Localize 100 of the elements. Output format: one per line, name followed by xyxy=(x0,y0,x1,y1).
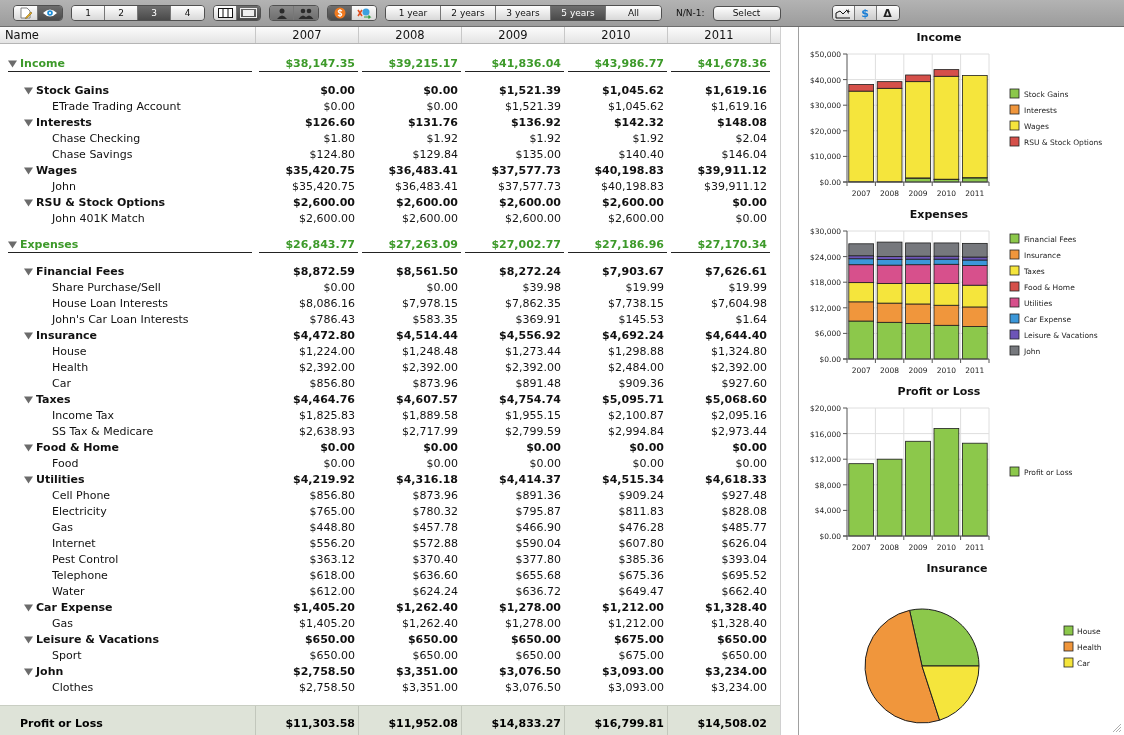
table-cell-text: $135.00 xyxy=(514,147,562,161)
table-cell-text: $2,600.00 xyxy=(607,211,665,225)
table-cell-text: $136.92 xyxy=(509,115,562,129)
table-cell-text: $39.98 xyxy=(521,280,562,294)
table-cell: $41,678.36 xyxy=(697,56,767,70)
table-cell-text: $0.00 xyxy=(422,440,459,454)
table-cell-text: $650.00 xyxy=(303,632,356,646)
table-cell-text: $37,577.73 xyxy=(490,163,562,177)
table-cell-text: $856.80 xyxy=(308,376,356,390)
table-cell-text: $4,754.74 xyxy=(498,392,562,406)
table-cell-text: $3,351.00 xyxy=(401,680,459,694)
table-cell-text: $5,095.71 xyxy=(601,392,665,406)
table-cell-text: $618.00 xyxy=(308,568,356,582)
table-cell-text: $3,234.00 xyxy=(710,680,768,694)
table-cell-text: $2,095.16 xyxy=(710,408,768,422)
table-cell-text: $0.00 xyxy=(628,440,665,454)
table-cell-text: $1,619.16 xyxy=(710,99,768,113)
table-cell-text: $927.48 xyxy=(720,488,768,502)
table-cell-text: $19.99 xyxy=(624,280,665,294)
table-cell-text: $40,198.83 xyxy=(593,163,665,177)
table-cell-text: $126.60 xyxy=(303,115,356,129)
table-cell: $41,836.04 xyxy=(491,56,561,70)
table-cell-text: $2,392.00 xyxy=(401,360,459,374)
table-cell-text: $1,248.48 xyxy=(401,344,459,358)
table-cell-text: $2,392.00 xyxy=(298,360,356,374)
table-cell: $38,147.35 xyxy=(285,56,355,70)
table-cell-text: $675.00 xyxy=(612,632,665,646)
table-cell-text: $650.00 xyxy=(509,632,562,646)
table-cell-text: $4,556.92 xyxy=(498,328,562,342)
table-cell-text: $612.00 xyxy=(308,584,356,598)
table-cell-text: $1,212.00 xyxy=(601,600,665,614)
table-cell-text: $0.00 xyxy=(319,440,356,454)
table-cell-text: $4,414.37 xyxy=(498,472,562,486)
table-cell-text: $556.20 xyxy=(308,536,356,550)
table-cell-text: $1,262.40 xyxy=(395,600,459,614)
table-cell-text: $4,607.57 xyxy=(395,392,459,406)
table-cell-text: $2,600.00 xyxy=(401,211,459,225)
table-cell-text: $0.00 xyxy=(322,99,356,113)
table-cell-text: $650.00 xyxy=(720,648,768,662)
table-cell-text: $2,799.59 xyxy=(504,424,562,438)
table-cell: $11,952.08 xyxy=(358,706,461,735)
table-cell-text: $2,600.00 xyxy=(498,195,562,209)
table-cell-text: $1,045.62 xyxy=(601,83,665,97)
table-cell-text: $485.77 xyxy=(720,520,768,534)
table-cell: $26,843.77 xyxy=(285,237,355,251)
table-cell-text: $4,464.76 xyxy=(292,392,356,406)
table-cell-text: $695.52 xyxy=(720,568,768,582)
table-cell-text: $650.00 xyxy=(411,648,459,662)
table-cell-text: $650.00 xyxy=(715,632,768,646)
table-cell-text: $8,086.16 xyxy=(298,296,356,310)
table-cell-text: $8,872.59 xyxy=(292,264,356,278)
table-cell-text: $0.00 xyxy=(425,99,459,113)
table-cell-text: $2,484.00 xyxy=(607,360,665,374)
table-cell-text: $675.36 xyxy=(617,568,665,582)
table-cell-text: $0.00 xyxy=(734,456,768,470)
table-cell-text: $1,298.88 xyxy=(607,344,665,358)
total-label: Profit or Loss xyxy=(19,717,104,730)
table-cell-text: $0.00 xyxy=(631,456,665,470)
table-cell-text: $1,278.00 xyxy=(504,616,562,630)
table-cell-text: $1,405.20 xyxy=(298,616,356,630)
table-cell-text: $0.00 xyxy=(322,456,356,470)
table-cell-text: $2.04 xyxy=(734,131,768,145)
table-cell-text: $146.04 xyxy=(720,147,768,161)
table-cell-text: $3,093.00 xyxy=(601,664,665,678)
table-cell-text: $1,278.00 xyxy=(498,600,562,614)
table-cell-text: $363.12 xyxy=(308,552,356,566)
table-cell-text: $583.35 xyxy=(411,312,459,326)
table-cell: $39,215.17 xyxy=(388,56,458,70)
table-cell-text: $36,483.41 xyxy=(394,179,459,193)
table-cell-text: $891.48 xyxy=(514,376,562,390)
table-cell-text: $8,561.50 xyxy=(395,264,459,278)
table-cell-text: $3,076.50 xyxy=(504,680,562,694)
table-cell-text: $35,420.75 xyxy=(284,163,356,177)
table-cell-text: $1,328.40 xyxy=(704,600,768,614)
table-cell-text: $466.90 xyxy=(514,520,562,534)
table-cell-text: $1,273.44 xyxy=(504,344,562,358)
table-cell-text: $2,600.00 xyxy=(504,211,562,225)
table-cell-text: $148.08 xyxy=(715,115,768,129)
table-cell-text: $129.84 xyxy=(411,147,459,161)
table-cell: $27,170.34 xyxy=(697,237,767,251)
table-cell-text: $1,955.15 xyxy=(504,408,562,422)
table-cell-text: $39,911.12 xyxy=(696,163,768,177)
table-cell-text: $650.00 xyxy=(308,648,356,662)
table-cell-text: $856.80 xyxy=(308,488,356,502)
table-cell-text: $131.76 xyxy=(406,115,459,129)
table-cell-text: $765.00 xyxy=(308,504,356,518)
table-cell: $11,303.58 xyxy=(255,706,358,735)
table-cell-text: $19.99 xyxy=(727,280,768,294)
table-cell-text: $786.43 xyxy=(308,312,356,326)
table-cell-text: $370.40 xyxy=(411,552,459,566)
table-cell: $16,799.81 xyxy=(564,706,667,735)
table-cell-text: $140.40 xyxy=(617,147,665,161)
table-cell: $43,986.77 xyxy=(594,56,664,70)
table-cell-text: $1.92 xyxy=(425,131,459,145)
table-cell: $27,263.09 xyxy=(388,237,458,251)
chart-title: Income xyxy=(916,31,962,44)
table-cell-text: $145.53 xyxy=(617,312,665,326)
table-cell-text: $650.00 xyxy=(514,648,562,662)
table-cell-text: $572.88 xyxy=(411,536,459,550)
table-cell-text: $873.96 xyxy=(411,376,459,390)
